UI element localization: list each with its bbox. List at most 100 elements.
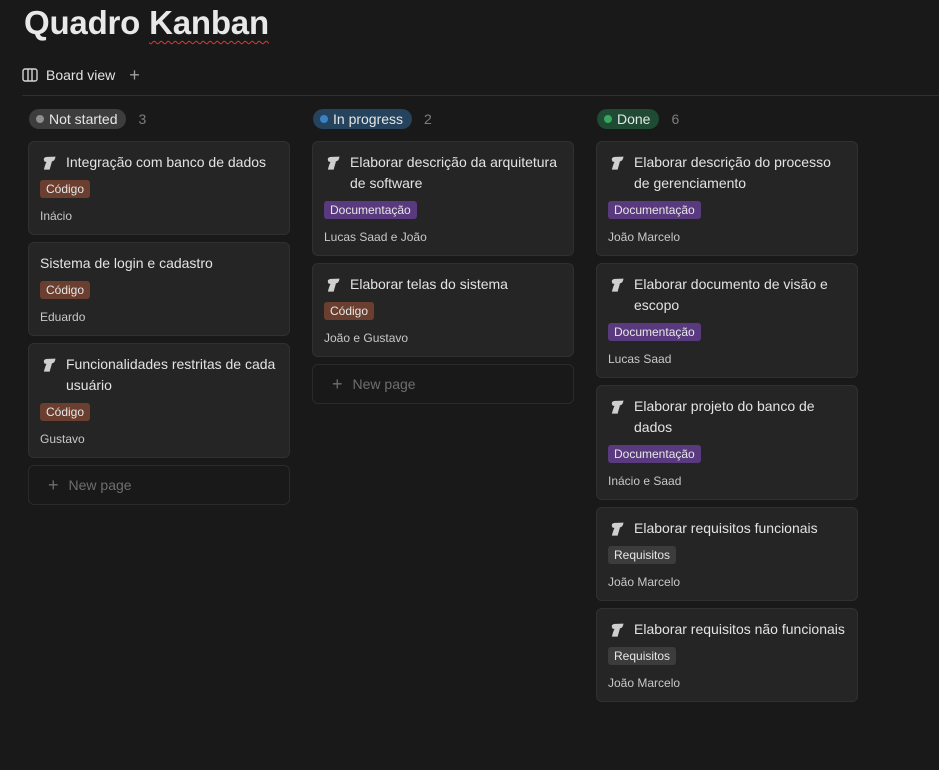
page-title-word: Quadro <box>24 4 150 41</box>
card-tag-row: Requisitos <box>608 640 846 665</box>
status-badge[interactable]: Not started <box>29 109 127 129</box>
task-card[interactable]: Elaborar requisitos não funcionais Requis… <box>596 608 858 702</box>
card-tag-row: Documentação <box>324 194 562 219</box>
column-count: 2 <box>424 111 432 127</box>
plus-icon: + <box>48 474 59 495</box>
status-badge[interactable]: In progress <box>313 109 413 129</box>
card-title: Elaborar requisitos não funcionais <box>608 619 846 640</box>
card-title: Elaborar documento de visão e escopo <box>608 274 846 316</box>
card-assignee: João e Gustavo <box>324 331 409 345</box>
card-tag-row: Requisitos <box>608 539 846 564</box>
add-view-plus-icon[interactable]: + <box>129 66 140 84</box>
card-title-text: Integração com banco de dados <box>66 154 267 170</box>
column-count: 3 <box>138 111 147 127</box>
tag-badge: Código <box>324 302 375 320</box>
page-title-word-misspelled: Kanban <box>149 4 269 41</box>
page-icon <box>608 154 626 172</box>
plus-icon: + <box>332 373 343 394</box>
page-icon <box>324 154 342 172</box>
card-title: Integração com banco de dados <box>40 152 278 173</box>
page-icon <box>40 356 58 374</box>
column-count: 6 <box>671 111 680 127</box>
tag-badge: Documentação <box>608 323 701 341</box>
card-assignee: João Marcelo <box>608 676 681 690</box>
tag-badge: Requisitos <box>608 647 677 665</box>
card-tag-row: Código <box>40 173 278 198</box>
status-label: Done <box>617 111 651 127</box>
card-title-text: Funcionalidades restritas de cada usuári… <box>66 356 276 393</box>
card-tag-row: Documentação <box>608 316 846 341</box>
card-title: Sistema de login e cadastro <box>40 253 278 274</box>
card-title-text: Elaborar telas do sistema <box>350 276 508 292</box>
new-page-label: New page <box>68 477 132 493</box>
card-assignee: Gustavo <box>40 432 85 446</box>
card-assignee: Eduardo <box>40 310 86 324</box>
column-header: Not started 3 <box>28 108 290 130</box>
task-card[interactable]: Elaborar descrição do processo de gerenc… <box>596 141 858 256</box>
card-title: Elaborar telas do sistema <box>324 274 562 295</box>
new-page-button[interactable]: + New page <box>312 364 574 404</box>
new-page-label: New page <box>352 376 416 392</box>
page-icon <box>608 621 626 639</box>
card-title-text: Elaborar descrição do processo de gerenc… <box>634 154 831 191</box>
status-dot <box>36 115 44 123</box>
card-assignee: Inácio e Saad <box>608 474 682 488</box>
card-title-text: Elaborar descrição da arquitetura de sof… <box>350 154 558 191</box>
view-divider <box>22 95 939 96</box>
tab-board-view-label: Board view <box>46 67 116 83</box>
status-label: In progress <box>333 111 404 127</box>
column-header: In progress 2 <box>312 108 574 130</box>
card-assignee: Inácio <box>40 209 73 223</box>
tag-badge: Código <box>40 281 91 299</box>
card-title: Elaborar projeto do banco de dados <box>608 396 846 438</box>
card-title: Elaborar descrição da arquitetura de sof… <box>324 152 562 194</box>
card-assignee: João Marcelo <box>608 575 681 589</box>
card-tag-row: Documentação <box>608 194 846 219</box>
card-title-text: Elaborar requisitos funcionais <box>634 520 818 536</box>
tag-badge: Código <box>40 180 91 198</box>
status-dot <box>320 115 328 123</box>
new-page-button[interactable]: + New page <box>28 465 290 505</box>
status-dot <box>604 115 612 123</box>
board-column: In progress 2 Elaborar descrição da arquit… <box>312 108 574 404</box>
page-title[interactable]: Quadro Kanban <box>24 4 269 42</box>
card-title-text: Elaborar projeto do banco de dados <box>634 398 815 435</box>
card-title: Elaborar descrição do processo de gerenc… <box>608 152 846 194</box>
task-card[interactable]: Elaborar descrição da arquitetura de sof… <box>312 141 574 256</box>
card-assignee: Lucas Saad e João <box>324 230 427 244</box>
task-card[interactable]: Elaborar requisitos funcionais Requisitos… <box>596 507 858 601</box>
task-card[interactable]: Sistema de login e cadastro Código Eduardo <box>28 242 290 336</box>
page-icon <box>608 398 626 416</box>
view-tabs-bar: Board view + <box>22 62 140 88</box>
task-card[interactable]: Elaborar telas do sistema Código João e Gu… <box>312 263 574 357</box>
task-card[interactable]: Elaborar projeto do banco de dados Docume… <box>596 385 858 500</box>
status-badge[interactable]: Done <box>597 109 660 129</box>
tag-badge: Documentação <box>324 201 417 219</box>
card-assignee: João Marcelo <box>608 230 681 244</box>
tag-badge: Documentação <box>608 445 701 463</box>
card-tag-row: Código <box>40 274 278 299</box>
page-icon <box>324 276 342 294</box>
card-title-text: Elaborar documento de visão e escopo <box>634 276 828 313</box>
card-title: Elaborar requisitos funcionais <box>608 518 846 539</box>
card-tag-row: Documentação <box>608 438 846 463</box>
board-column: Not started 3 Integração com banco de dado… <box>28 108 290 505</box>
board-column: Done 6 Elaborar descrição do processo de g… <box>596 108 858 709</box>
card-tag-row: Código <box>40 396 278 421</box>
card-assignee: Lucas Saad <box>608 352 672 366</box>
task-card[interactable]: Elaborar documento de visão e escopo Docu… <box>596 263 858 378</box>
column-header: Done 6 <box>596 108 858 130</box>
card-tag-row: Código <box>324 295 562 320</box>
tag-badge: Documentação <box>608 201 701 219</box>
card-title-text: Sistema de login e cadastro <box>40 255 213 271</box>
tab-board-view[interactable]: Board view <box>22 67 115 83</box>
tag-badge: Código <box>40 403 91 421</box>
status-label: Not started <box>49 111 118 127</box>
page-icon <box>608 520 626 538</box>
tag-badge: Requisitos <box>608 546 677 564</box>
task-card[interactable]: Integração com banco de dados Código Ináci… <box>28 141 290 235</box>
card-title: Funcionalidades restritas de cada usuári… <box>40 354 278 396</box>
page-icon <box>40 154 58 172</box>
task-card[interactable]: Funcionalidades restritas de cada usuári… <box>28 343 290 458</box>
page-icon <box>608 276 626 294</box>
